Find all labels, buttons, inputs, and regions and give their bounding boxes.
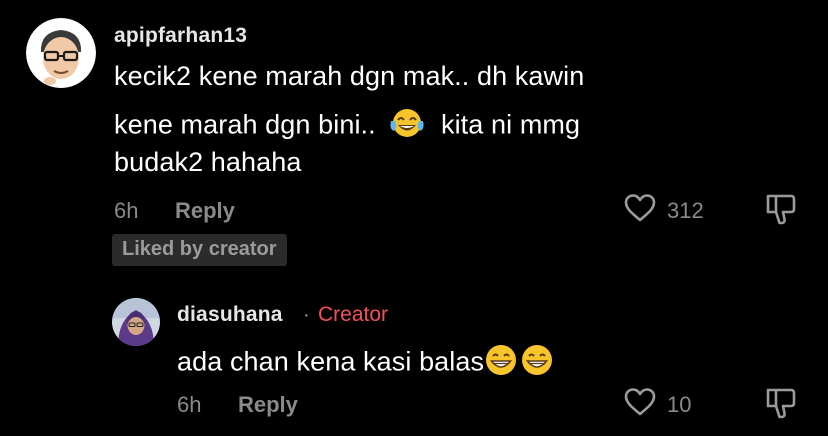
comment-username[interactable]: apipfarhan13 <box>114 24 247 48</box>
like-count: 312 <box>667 197 704 223</box>
thumbs-down-icon <box>764 388 798 424</box>
like-button[interactable]: 10 <box>623 387 691 422</box>
comment-text-line: kene marah dgn bini.. kita ni mmg <box>114 107 580 146</box>
comment-text-fragment: kita ni mmg <box>440 109 581 140</box>
reply-username[interactable]: diasuhana <box>177 303 283 327</box>
creator-tag: Creator <box>318 303 389 326</box>
comments-page: apipfarhan13 kecik2 kene marah dgn mak..… <box>0 0 828 436</box>
avatar[interactable] <box>112 298 160 346</box>
comment-text-line: kecik2 kene marah dgn mak.. dh kawin <box>114 61 585 91</box>
dislike-button[interactable] <box>764 192 798 231</box>
reply-text-line: ada chan kena kasi balas <box>177 343 554 384</box>
comment-timestamp: 6h <box>114 198 139 223</box>
separator-dot: · <box>303 304 310 326</box>
comment-text-line: budak2 hahaha <box>114 147 302 177</box>
grinning-face-emoji <box>484 343 554 384</box>
like-count: 10 <box>667 391 692 417</box>
reply-text: ada chan kena kasi balas <box>177 346 485 377</box>
like-button[interactable]: 312 <box>623 193 704 228</box>
reply-timestamp: 6h <box>177 392 202 417</box>
heart-icon <box>623 193 657 228</box>
reply-button[interactable]: Reply <box>238 392 298 418</box>
thumbs-down-icon <box>764 194 798 230</box>
tears-of-joy-emoji <box>389 107 425 146</box>
heart-icon <box>623 387 657 422</box>
comment-text-fragment: kene marah dgn bini.. <box>114 109 376 140</box>
dislike-button[interactable] <box>764 386 798 425</box>
liked-by-creator-badge: Liked by creator <box>112 234 287 266</box>
avatar[interactable] <box>26 18 96 88</box>
reply-button[interactable]: Reply <box>175 198 235 224</box>
